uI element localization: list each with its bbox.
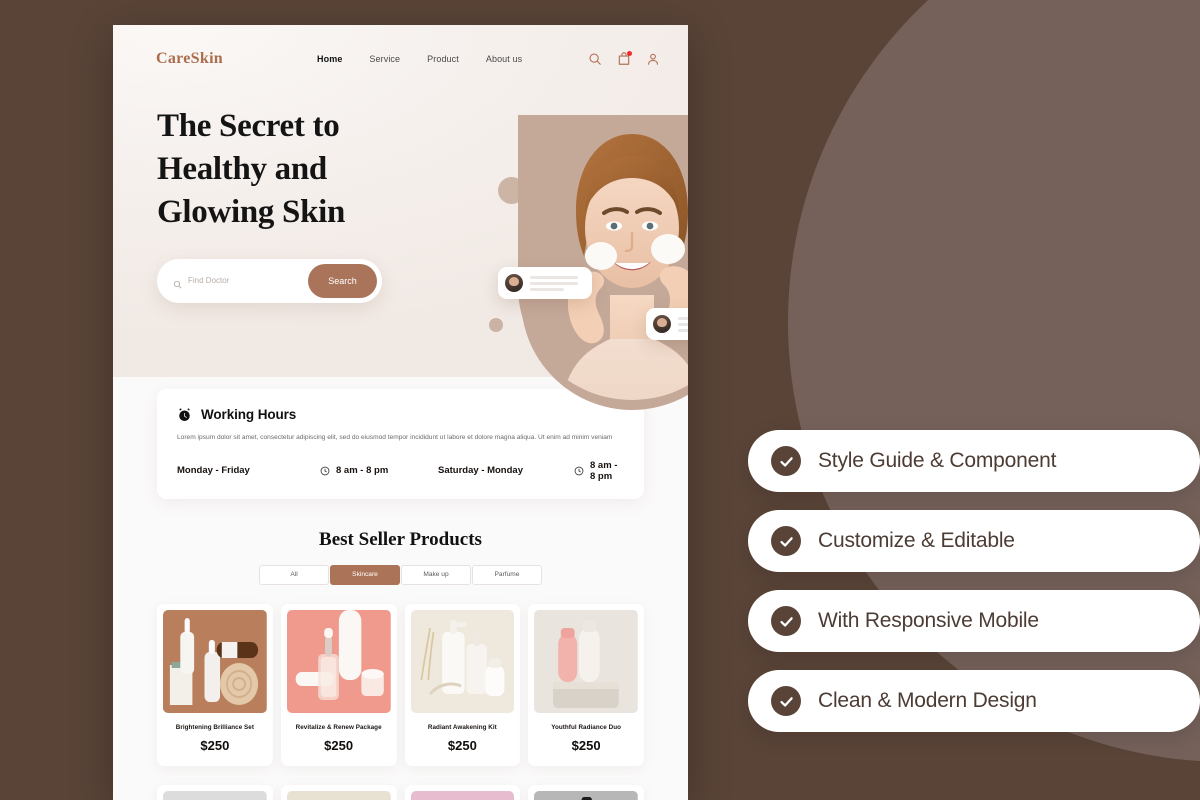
feature-pill-label: Clean & Modern Design bbox=[818, 689, 1037, 712]
clock-icon bbox=[320, 466, 330, 476]
testimonial-card bbox=[646, 308, 688, 340]
schedule-days-weekday: Monday - Friday bbox=[177, 465, 250, 477]
product-image bbox=[410, 790, 515, 800]
product-name: Brightening Brilliance Set bbox=[175, 723, 255, 731]
product-image bbox=[534, 790, 638, 800]
check-circle-icon bbox=[771, 446, 801, 476]
product-name: Revitalize & Renew Package bbox=[295, 723, 382, 731]
hero-content: The Secret to Healthy and Glowing Skin S… bbox=[113, 93, 688, 303]
check-circle-icon bbox=[771, 606, 801, 636]
skeleton-lines bbox=[678, 316, 688, 332]
search-button[interactable]: Search bbox=[308, 263, 377, 298]
decorative-circle-tiny-bottomleft bbox=[489, 318, 503, 332]
nav-link-service[interactable]: Service bbox=[369, 54, 400, 64]
product-price: $250 bbox=[571, 737, 601, 753]
brand-logo[interactable]: CareSkin bbox=[156, 50, 223, 68]
working-hours-title: Working Hours bbox=[201, 407, 297, 422]
product-image bbox=[286, 609, 391, 713]
hero-section: CareSkin Home Service Product About us T… bbox=[113, 25, 688, 410]
page-body: Working Hours Lorem ipsum dolor sit amet… bbox=[113, 377, 688, 800]
product-name: Youthful Radiance Duo bbox=[551, 723, 622, 731]
nav-links: Home Service Product About us bbox=[317, 54, 522, 64]
hero-heading: The Secret to Healthy and Glowing Skin bbox=[157, 108, 346, 230]
clock-icon bbox=[574, 466, 584, 476]
working-hours-card: Working Hours Lorem ipsum dolor sit amet… bbox=[157, 389, 644, 499]
nav-icons bbox=[588, 51, 660, 66]
product-card[interactable]: Radiant Awakening Kit $250 bbox=[404, 603, 521, 766]
feature-pill-label: Customize & Editable bbox=[818, 529, 1015, 552]
schedule-time-weekday: 8 am - 8 pm bbox=[320, 465, 438, 476]
search-icon bbox=[173, 276, 182, 289]
working-hours-schedule: Monday - Friday 8 am - 8 pm Saturday - M… bbox=[177, 460, 624, 482]
working-hours-header: Working Hours bbox=[177, 407, 624, 422]
feature-pill-label: With Responsive Mobile bbox=[818, 609, 1039, 632]
user-icon[interactable] bbox=[646, 52, 660, 66]
feature-pill-label: Style Guide & Component bbox=[818, 449, 1057, 472]
product-card[interactable]: Revitalize & Renew Package $250 bbox=[280, 603, 397, 766]
schedule-days-weekend: Saturday - Monday bbox=[438, 465, 523, 477]
product-image bbox=[534, 609, 638, 713]
check-circle-icon bbox=[771, 686, 801, 716]
search-icon[interactable] bbox=[588, 52, 602, 66]
nav-link-product[interactable]: Product bbox=[427, 54, 459, 64]
feature-pill-list: Style Guide & Component Customize & Edit… bbox=[748, 430, 1200, 750]
tab-parfume[interactable]: Parfume bbox=[472, 564, 542, 585]
alarm-clock-icon bbox=[177, 407, 192, 422]
product-card[interactable]: Brightening Brilliance Set $250 bbox=[157, 603, 273, 766]
product-name: Radiant Awakening Kit bbox=[427, 723, 497, 731]
feature-pill-customize: Customize & Editable bbox=[748, 510, 1200, 572]
check-circle-icon bbox=[771, 526, 801, 556]
search-input[interactable] bbox=[188, 276, 308, 286]
product-price: $250 bbox=[447, 737, 477, 753]
tab-make-up[interactable]: Make up bbox=[401, 564, 471, 585]
nav-link-about-us[interactable]: About us bbox=[486, 54, 522, 64]
product-grid-row-1: Brightening Brilliance Set $250 Revitali… bbox=[157, 603, 644, 766]
product-price: $250 bbox=[324, 737, 354, 753]
cart-notification-dot bbox=[627, 51, 632, 56]
feature-pill-responsive: With Responsive Mobile bbox=[748, 590, 1200, 652]
product-card[interactable]: Youthful Radiance Duo $250 bbox=[528, 603, 644, 766]
product-price: $250 bbox=[200, 737, 230, 753]
product-grid-row-2 bbox=[157, 784, 644, 800]
product-image bbox=[410, 609, 515, 713]
product-card[interactable] bbox=[280, 784, 397, 800]
product-filter-tabs: All Skincare Make up Parfume bbox=[113, 564, 688, 585]
doctor-search-bar: Search bbox=[157, 258, 382, 303]
shopping-bag-icon[interactable] bbox=[617, 51, 632, 66]
feature-pill-clean-design: Clean & Modern Design bbox=[748, 670, 1200, 732]
website-mockup-panel: CareSkin Home Service Product About us T… bbox=[113, 25, 688, 800]
nav-link-home[interactable]: Home bbox=[317, 54, 342, 64]
avatar bbox=[653, 315, 671, 333]
product-image bbox=[163, 609, 267, 713]
tab-all[interactable]: All bbox=[259, 564, 329, 585]
tab-skincare[interactable]: Skincare bbox=[330, 564, 400, 585]
schedule-time-weekend: 8 am - 8 pm bbox=[574, 460, 624, 482]
navbar: CareSkin Home Service Product About us bbox=[113, 25, 688, 93]
product-card[interactable] bbox=[157, 784, 273, 800]
product-image bbox=[286, 790, 391, 800]
best-seller-title: Best Seller Products bbox=[319, 528, 482, 550]
product-card[interactable] bbox=[528, 784, 644, 800]
working-hours-description: Lorem ipsum dolor sit amet, consectetur … bbox=[177, 434, 613, 441]
product-card[interactable] bbox=[404, 784, 521, 800]
product-image bbox=[163, 790, 267, 800]
feature-pill-style-guide: Style Guide & Component bbox=[748, 430, 1200, 492]
